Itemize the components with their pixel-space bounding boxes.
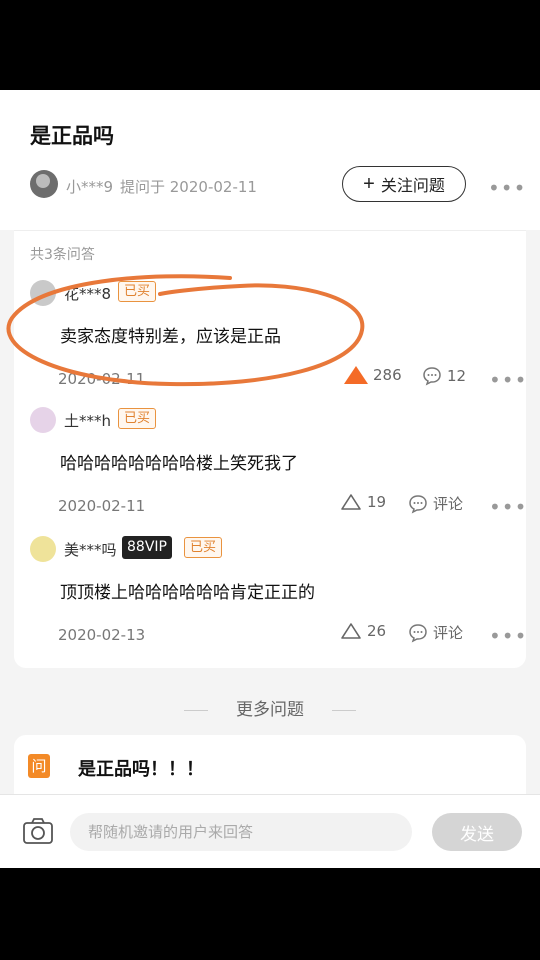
question-title: 是正品吗 xyxy=(30,124,114,148)
answer-date: 2020-02-11 xyxy=(58,497,146,515)
comment-label: 评论 xyxy=(433,624,464,642)
divider xyxy=(14,230,526,231)
more-icon[interactable]: ••• xyxy=(489,370,527,390)
divider xyxy=(184,709,208,711)
divider xyxy=(332,709,356,711)
comment-label: 评论 xyxy=(433,495,464,513)
like-count: 286 xyxy=(373,366,402,384)
like-button[interactable]: 26 xyxy=(340,622,386,640)
answer-user[interactable]: 花***8 xyxy=(64,283,111,304)
plus-icon: + xyxy=(363,173,375,195)
next-question-title: 是正品吗！！！ xyxy=(78,759,204,780)
asker-avatar[interactable] xyxy=(30,170,58,198)
more-icon[interactable]: ••• xyxy=(488,178,526,198)
more-questions-label: 更多问题 xyxy=(236,700,304,720)
answers-card: 共3条问答 花***8 已买 卖家态度特别差，应该是正品 2020-02-11 … xyxy=(14,230,526,668)
vip-badge: 88VIP xyxy=(122,536,172,559)
comment-bubble-icon xyxy=(423,367,441,386)
question-icon: 问 xyxy=(28,754,50,778)
comment-button[interactable]: 12 xyxy=(422,366,466,386)
like-button[interactable]: 19 xyxy=(340,493,386,511)
question-card: 是正品吗 小***9 提问于 2020-02-11 + 关注问题 ••• xyxy=(0,90,540,230)
bought-badge: 已买 xyxy=(184,537,223,558)
answers-count: 共3条问答 xyxy=(30,247,95,263)
answer-text: 顶顶楼上哈哈哈哈哈哈肯定正正的 xyxy=(60,583,315,603)
bought-badge: 已买 xyxy=(118,408,157,429)
follow-question-button[interactable]: + 关注问题 xyxy=(342,166,466,202)
answer-user[interactable]: 美***吗 xyxy=(64,539,117,560)
thumb-up-outline-icon xyxy=(341,623,361,639)
comment-bubble-icon xyxy=(409,494,427,513)
answer-item: 土***h 已买 哈哈哈哈哈哈哈哈楼上笑死我了 2020-02-11 19 评论… xyxy=(14,407,526,533)
answer-date: 2020-02-13 xyxy=(58,626,146,644)
qa-screen: 是正品吗 小***9 提问于 2020-02-11 + 关注问题 ••• 共3条… xyxy=(0,90,540,868)
camera-icon[interactable] xyxy=(22,817,54,845)
like-count: 19 xyxy=(367,493,387,511)
comment-bubble-icon xyxy=(409,623,427,642)
answer-item: 美***吗 88VIP 已买 顶顶楼上哈哈哈哈哈哈肯定正正的 2020-02-1… xyxy=(14,536,526,662)
more-icon[interactable]: ••• xyxy=(489,626,527,646)
comment-button[interactable]: 评论 xyxy=(408,493,463,514)
more-questions-header: 更多问题 xyxy=(0,695,540,720)
answer-text: 卖家态度特别差，应该是正品 xyxy=(60,327,281,347)
follow-label: 关注问题 xyxy=(380,178,445,195)
like-button[interactable]: 286 xyxy=(344,366,402,384)
answer-user[interactable]: 土***h xyxy=(64,410,111,431)
send-button[interactable]: 发送 xyxy=(432,813,522,851)
answer-text: 哈哈哈哈哈哈哈哈楼上笑死我了 xyxy=(60,454,298,474)
next-question-card[interactable]: 问 是正品吗！！！ xyxy=(14,735,526,795)
reply-bar: 发送 xyxy=(0,794,540,868)
answer-item: 花***8 已买 卖家态度特别差，应该是正品 2020-02-11 286 12… xyxy=(14,280,526,406)
like-count: 26 xyxy=(367,622,387,640)
comment-button[interactable]: 评论 xyxy=(408,622,463,643)
asked-date: 提问于 2020-02-11 xyxy=(120,178,257,196)
bought-badge: 已买 xyxy=(118,281,157,302)
thumb-up-outline-icon xyxy=(341,494,361,510)
thumb-up-filled-icon xyxy=(344,366,368,384)
reply-input[interactable] xyxy=(70,813,412,851)
avatar[interactable] xyxy=(30,280,56,306)
avatar[interactable] xyxy=(30,536,56,562)
avatar[interactable] xyxy=(30,407,56,433)
more-icon[interactable]: ••• xyxy=(489,497,527,517)
answer-date: 2020-02-11 xyxy=(58,370,146,388)
comment-count: 12 xyxy=(447,367,467,385)
asker-name[interactable]: 小***9 xyxy=(66,176,113,197)
